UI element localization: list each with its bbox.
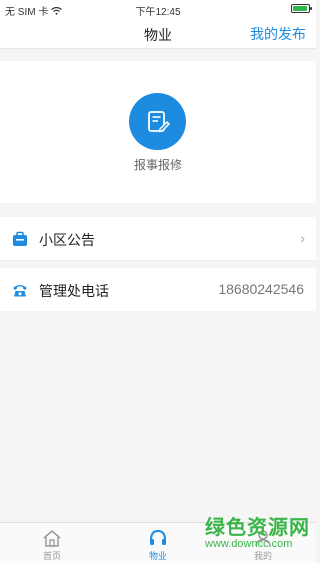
list-item-label: 管理处电话 <box>39 283 109 299</box>
home-icon <box>43 530 61 547</box>
chevron-right-icon: › <box>300 230 305 246</box>
tab-label: 我的 <box>253 551 272 561</box>
tab-bar: 首页 物业 我的 <box>0 522 316 563</box>
battery-level <box>293 6 307 11</box>
edit-document-icon <box>147 110 170 132</box>
status-bar: 无 SIM 卡 下午12:45 <box>0 0 316 18</box>
report-repair-label: 报事报修 <box>133 158 182 172</box>
briefcase-icon <box>13 231 27 246</box>
headset-icon <box>150 529 166 545</box>
tab-label: 物业 <box>148 551 167 561</box>
list-item-label: 小区公告 <box>39 232 95 248</box>
my-posts-button[interactable]: 我的发布 <box>250 24 306 44</box>
tab-mine[interactable]: 我的 <box>223 523 303 563</box>
person-icon <box>255 530 271 547</box>
report-repair-button[interactable] <box>129 93 186 150</box>
telephone-icon <box>13 285 27 297</box>
tab-home[interactable]: 首页 <box>12 523 92 563</box>
repair-card: 报事报修 <box>0 61 316 203</box>
tab-label: 首页 <box>42 551 61 561</box>
tab-property[interactable]: 物业 <box>118 523 198 563</box>
list-item-notices[interactable]: 小区公告 › <box>0 217 316 261</box>
battery-icon <box>291 4 312 13</box>
nav-bar: 物业 我的发布 <box>0 18 316 49</box>
clock: 下午12:45 <box>135 7 181 18</box>
list-item-office-phone[interactable]: 管理处电话 18680242546 <box>0 268 316 311</box>
phone-number[interactable]: 18680242546 <box>218 281 304 297</box>
